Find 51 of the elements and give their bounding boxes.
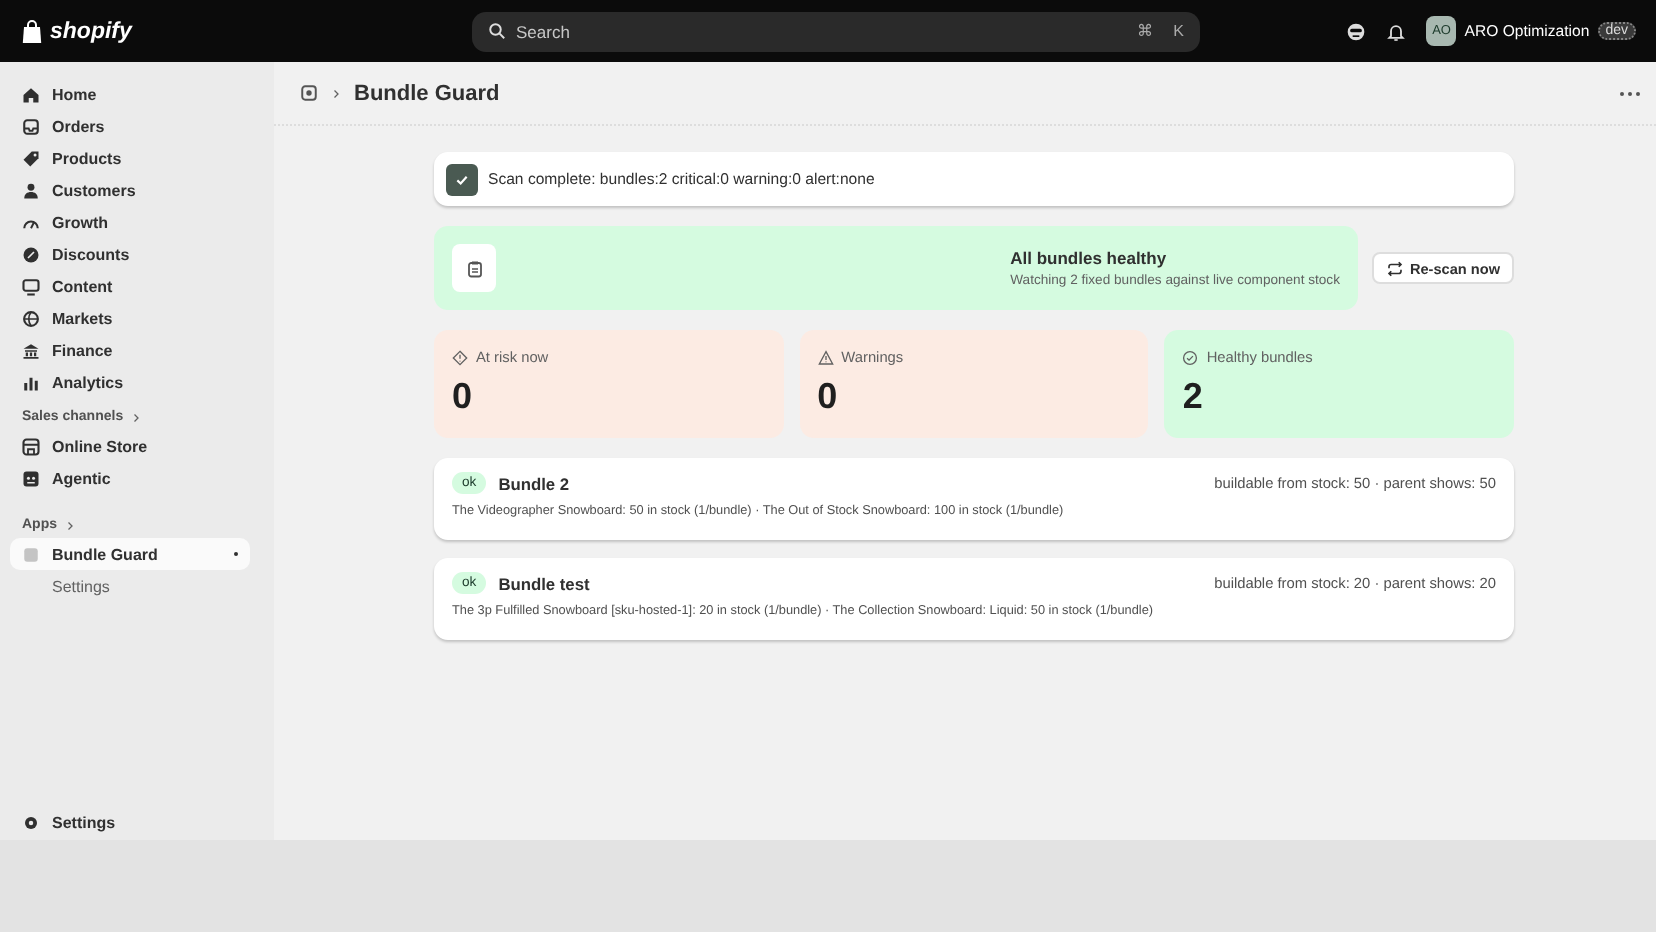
- sidebar-item[interactable]: Analytics: [10, 366, 250, 398]
- sidebar-item[interactable]: Agentic: [10, 462, 250, 494]
- sidebar-subitem[interactable]: Settings: [10, 570, 250, 602]
- sidebar-item[interactable]: Bundle Guard: [10, 538, 250, 570]
- bar-chart-icon: [22, 373, 40, 391]
- diamond-alert-icon: [452, 349, 468, 365]
- bundle-name: Bundle 2: [498, 473, 570, 493]
- shopping-bag-icon: [20, 19, 44, 43]
- storefront-icon: [22, 437, 40, 455]
- sidebar-item[interactable]: Online Store: [10, 430, 250, 462]
- monitor-icon: [22, 277, 40, 295]
- inbox-icon: [22, 117, 40, 135]
- stat-value: 0: [452, 376, 475, 418]
- sidebar-item[interactable]: Finance: [10, 334, 250, 366]
- warning-icon: [817, 349, 834, 365]
- home-icon: [22, 85, 40, 103]
- search-icon: [488, 22, 506, 40]
- chevron-icon: [129, 411, 142, 423]
- check-circle-icon: [1182, 349, 1199, 365]
- app-icon: [22, 545, 40, 563]
- chevron-icon: [63, 519, 75, 531]
- app-icon: [300, 84, 318, 102]
- sidebar-item[interactable]: Home: [10, 78, 250, 110]
- globe-icon: [22, 309, 40, 327]
- search-field[interactable]: Search ⌘ K: [472, 11, 1200, 51]
- sidebar-item[interactable]: Orders: [10, 110, 250, 142]
- logo-text[interactable]: shopify: [50, 19, 132, 43]
- shortcut-key: ⌘: [1137, 22, 1154, 40]
- sidebar-item[interactable]: Customers: [10, 174, 250, 206]
- bell-icon: [1386, 21, 1407, 41]
- chevron-icon: [330, 87, 342, 99]
- stat-value: 0: [817, 376, 840, 418]
- person-icon: [22, 181, 40, 199]
- clipboard-icon: [452, 244, 496, 292]
- sidebar-item[interactable]: Markets: [10, 302, 250, 334]
- sidebar-item[interactable]: Growth: [10, 206, 250, 238]
- settings-item[interactable]: Settings: [10, 806, 250, 838]
- bank-icon: [22, 341, 40, 359]
- sidebar-item[interactable]: Products: [10, 142, 250, 174]
- search-input[interactable]: Search: [516, 21, 1118, 41]
- checkmark-icon: [446, 163, 478, 195]
- sidebar-item[interactable]: Discounts: [10, 238, 250, 270]
- stat-value: 2: [1182, 376, 1205, 418]
- robot-icon: [22, 469, 40, 487]
- health-title: All bundles healthy: [1010, 248, 1169, 268]
- page-title: Bundle Guard: [354, 81, 500, 105]
- refresh-icon: [1385, 259, 1404, 277]
- tag-icon: [22, 149, 40, 167]
- shortcut-key: K: [1173, 22, 1184, 40]
- bundle-name: Bundle test: [498, 573, 590, 593]
- sidebar-item[interactable]: Content: [10, 270, 250, 302]
